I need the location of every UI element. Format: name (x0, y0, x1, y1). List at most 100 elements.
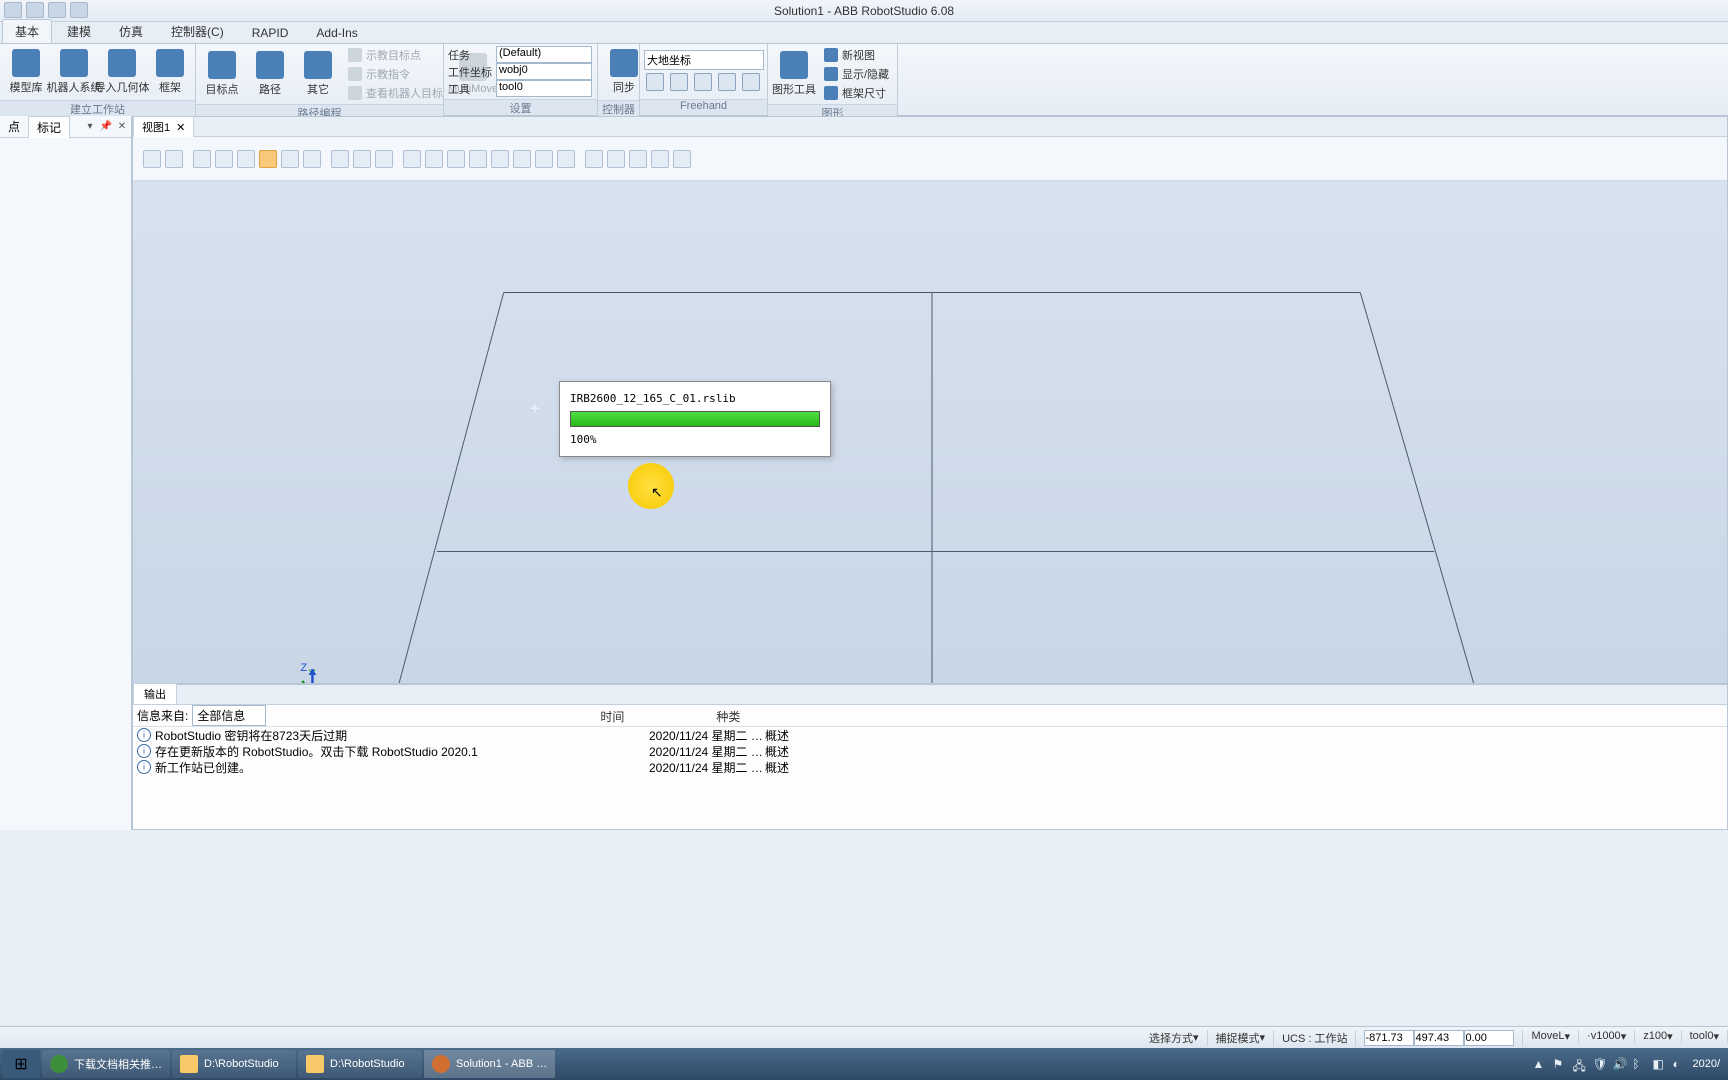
tab-controller[interactable]: 控制器(C) (158, 19, 237, 43)
tray-misc-icon[interactable]: ◧ (1652, 1057, 1666, 1071)
vtool-04-icon[interactable] (215, 150, 233, 168)
coord-x[interactable] (1364, 1030, 1414, 1046)
coord-z[interactable] (1464, 1030, 1514, 1046)
vtool-08-icon[interactable] (303, 150, 321, 168)
tab-addins[interactable]: Add-Ins (303, 22, 370, 43)
btn-new-view[interactable]: 新视图 (820, 46, 893, 64)
vtool-10-icon[interactable] (353, 150, 371, 168)
qat-dropdown-icon[interactable] (70, 2, 88, 18)
select-wobj[interactable]: wobj0 (496, 63, 592, 80)
task-item[interactable]: 下载文档相关推… (42, 1050, 170, 1078)
tab-simulation[interactable]: 仿真 (106, 19, 156, 43)
btn-path[interactable]: 路径 (248, 48, 292, 100)
btn-teach-target: 示教目标点 (344, 46, 447, 64)
btn-frame-size[interactable]: 框架尺寸 (820, 84, 893, 102)
view-toolbar (133, 137, 1727, 181)
left-tab-point[interactable]: 点 (0, 116, 28, 137)
vtool-23-icon[interactable] (651, 150, 669, 168)
tray-clock[interactable]: 2020/ (1692, 1058, 1720, 1070)
tab-modeling[interactable]: 建模 (54, 19, 104, 43)
vtool-12-icon[interactable] (403, 150, 421, 168)
btn-teach-instr: 示教指令 (344, 65, 447, 83)
teach-instr-icon (348, 67, 362, 81)
output-row[interactable]: i 新工作站已创建。 2020/11/24 星期二 … 概述 (133, 759, 1727, 775)
task-item[interactable]: Solution1 - ABB … (424, 1050, 555, 1078)
vtool-24-icon[interactable] (673, 150, 691, 168)
coord-y[interactable] (1414, 1030, 1464, 1046)
vtool-14-icon[interactable] (447, 150, 465, 168)
output-row[interactable]: i 存在更新版本的 RobotStudio。双击下载 RobotStudio 2… (133, 743, 1727, 759)
tray-bt-icon[interactable]: ᛒ (1632, 1057, 1646, 1071)
freehand-jog-icon[interactable] (694, 73, 712, 91)
filter-select[interactable]: 全部信息 (192, 705, 266, 726)
tab-home[interactable]: 基本 (2, 19, 52, 43)
vtool-06-icon[interactable] (259, 150, 277, 168)
status-snap-mode[interactable]: 捕捉模式 ▾ (1208, 1030, 1275, 1046)
start-button[interactable]: ⊞ (2, 1050, 40, 1078)
status-movetype[interactable]: MoveL ▾ (1523, 1030, 1579, 1043)
tray-chevron-icon[interactable]: ▲ (1532, 1057, 1546, 1071)
btn-graphics-tools[interactable]: 图形工具 (772, 48, 816, 100)
dialog-filename: IRB2600_12_165_C_01.rslib (570, 392, 820, 405)
btn-other[interactable]: 其它 (296, 48, 340, 100)
vtool-21-icon[interactable] (607, 150, 625, 168)
close-view-icon[interactable]: ✕ (176, 121, 185, 134)
btn-show-hide[interactable]: 显示/隐藏 (820, 65, 893, 83)
vtool-18-icon[interactable] (535, 150, 553, 168)
vtool-16-icon[interactable] (491, 150, 509, 168)
status-select-mode[interactable]: 选择方式 ▾ (1141, 1030, 1208, 1046)
vtool-07-icon[interactable] (281, 150, 299, 168)
view-target-icon (348, 86, 362, 100)
task-item[interactable]: D:\RobotStudio (298, 1050, 422, 1078)
panel-close-icon[interactable]: ✕ (115, 120, 129, 134)
select-tool[interactable]: tool0 (496, 80, 592, 97)
btn-target[interactable]: 目标点 (200, 48, 244, 100)
output-tab[interactable]: 输出 (133, 683, 177, 704)
freehand-reorient-icon[interactable] (742, 73, 760, 91)
select-task[interactable]: (Default) (496, 46, 592, 63)
tray-network-icon[interactable]: 🖧 (1572, 1057, 1586, 1071)
vtool-17-icon[interactable] (513, 150, 531, 168)
vtool-22-icon[interactable] (629, 150, 647, 168)
group-label-settings: 设置 (444, 99, 597, 115)
tray-flag-icon[interactable]: ⚑ (1552, 1057, 1566, 1071)
freehand-rotate-icon[interactable] (670, 73, 688, 91)
tab-rapid[interactable]: RAPID (239, 22, 302, 43)
vtool-15-icon[interactable] (469, 150, 487, 168)
view-tab[interactable]: 视图1✕ (133, 116, 194, 137)
progress-percent: 100% (570, 433, 820, 446)
tray-shield-icon[interactable]: 🛡 (1592, 1057, 1606, 1071)
vtool-05-icon[interactable] (237, 150, 255, 168)
vtool-19-icon[interactable] (557, 150, 575, 168)
vtool-11-icon[interactable] (375, 150, 393, 168)
vtool-09-icon[interactable] (331, 150, 349, 168)
task-item[interactable]: D:\RobotStudio (172, 1050, 296, 1078)
viewport-area: 视图1✕ (132, 116, 1728, 684)
select-coord[interactable]: 大地坐标 (644, 50, 764, 70)
panel-pin-icon[interactable]: 📌 (99, 120, 113, 134)
btn-frame[interactable]: 框架 (148, 46, 192, 98)
btn-import-geometry[interactable]: 导入几何体 (100, 46, 144, 98)
vtool-01-icon[interactable] (143, 150, 161, 168)
tray-sound-icon[interactable]: 🔊 (1612, 1057, 1626, 1071)
qat-save-icon[interactable] (4, 2, 22, 18)
vtool-02-icon[interactable] (165, 150, 183, 168)
btn-robot-system[interactable]: 机器人系统 (52, 46, 96, 98)
vtool-03-icon[interactable] (193, 150, 211, 168)
freehand-move-icon[interactable] (646, 73, 664, 91)
left-tab-mark[interactable]: 标记 (28, 116, 70, 138)
status-tool[interactable]: tool0 ▾ (1682, 1030, 1728, 1043)
viewport-canvas[interactable]: X Y Z + (133, 181, 1727, 683)
panel-dropdown-icon[interactable]: ▾ (83, 120, 97, 134)
btn-model-library[interactable]: 模型库 (4, 46, 48, 98)
vtool-13-icon[interactable] (425, 150, 443, 168)
robot-icon (60, 49, 88, 77)
vtool-20-icon[interactable] (585, 150, 603, 168)
freehand-linear-icon[interactable] (718, 73, 736, 91)
status-speed[interactable]: · v1000 ▾ (1579, 1030, 1635, 1043)
status-zone[interactable]: z100 ▾ (1635, 1030, 1681, 1043)
qat-redo-icon[interactable] (48, 2, 66, 18)
qat-undo-icon[interactable] (26, 2, 44, 18)
output-row[interactable]: i RobotStudio 密钥将在8723天后过期 2020/11/24 星期… (133, 727, 1727, 743)
tray-misc2-icon[interactable]: ◐ (1672, 1057, 1686, 1071)
